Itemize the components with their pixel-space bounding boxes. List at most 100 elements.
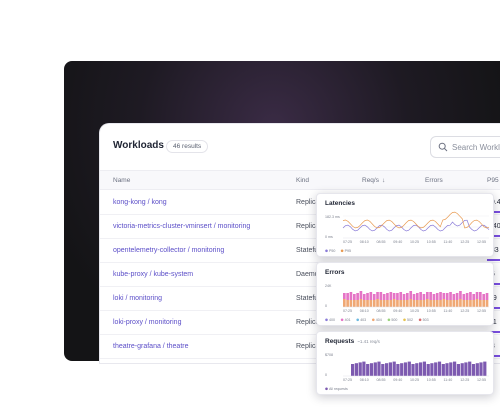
y-min-label: 0 xyxy=(325,373,327,377)
legend-swatch xyxy=(418,318,422,322)
workload-name-link[interactable]: kube-proxy / kube-system xyxy=(113,271,193,278)
column-p95[interactable]: P95 xyxy=(487,177,499,184)
x-tick-label: 07:25 xyxy=(343,378,352,382)
errors-bar-top xyxy=(416,293,419,300)
errors-bar-top xyxy=(359,291,363,299)
errors-bar-top xyxy=(409,291,413,299)
errors-bar-base xyxy=(445,300,449,307)
workload-name-link[interactable]: theatre-grafana / theatre xyxy=(113,343,189,350)
legend-swatch xyxy=(340,318,344,322)
requests-bar xyxy=(385,363,389,376)
errors-bar-base xyxy=(356,300,359,307)
errors-bar-base xyxy=(459,299,462,307)
errors-bar-top xyxy=(389,292,393,300)
errors-bar-top xyxy=(396,293,399,300)
x-tick-label: 12:55 xyxy=(477,240,486,244)
errors-bar-base xyxy=(379,300,383,307)
errors-bar-base xyxy=(399,300,403,307)
legend-swatch xyxy=(325,318,328,322)
requests-bar xyxy=(403,362,408,376)
errors-bar-top xyxy=(402,294,406,300)
errors-bar-base xyxy=(346,300,349,307)
x-tick-label: 12:55 xyxy=(477,309,486,313)
x-tick-label: 08:55 xyxy=(377,378,386,382)
errors-bar-top xyxy=(429,292,432,300)
errors-bar-base xyxy=(353,300,356,307)
workload-name-link[interactable]: kong-kong / kong xyxy=(113,199,167,206)
workload-name-link[interactable]: opentelemetry-collector / monitoring xyxy=(113,247,224,254)
errors-bar-top xyxy=(356,293,359,300)
errors-bar-base xyxy=(465,300,469,307)
errors-bar-top xyxy=(369,292,373,300)
errors-bar-top xyxy=(485,293,489,300)
p95-bar xyxy=(487,259,500,261)
errors-bar-base xyxy=(369,300,373,307)
latencies-panel: Latencies 182.3 ms 0 ms 07:25 08:10 08:55 09:… xyxy=(316,193,494,257)
errors-bar-base xyxy=(419,300,422,307)
errors-bar-base xyxy=(452,300,456,307)
errors-bar-base xyxy=(386,300,389,307)
errors-bar-base xyxy=(343,299,346,307)
x-tick-label: 09:40 xyxy=(393,240,402,244)
legend-label: 502 xyxy=(407,318,413,322)
column-reqs[interactable]: Req/s ↓ xyxy=(362,177,385,184)
errors-bar-top xyxy=(343,293,346,299)
errors-bar-top xyxy=(426,292,429,299)
errors-bar-top xyxy=(465,293,469,300)
page-title: Workloads xyxy=(113,140,164,151)
errors-bar-base xyxy=(392,299,396,307)
column-name[interactable]: Name xyxy=(113,177,130,184)
errors-bar-base xyxy=(406,300,409,307)
results-count-badge: 46 results xyxy=(166,140,209,153)
legend-label: P50 xyxy=(329,249,335,253)
x-tick-label: 10:55 xyxy=(427,309,436,313)
errors-bar-top xyxy=(442,293,446,299)
legend-label: 403 xyxy=(360,318,366,322)
errors-bar-base xyxy=(455,300,459,307)
errors-bar-top xyxy=(353,294,356,300)
x-tick-label: 09:40 xyxy=(393,309,402,313)
errors-bar-top xyxy=(406,293,409,300)
errors-bar-top xyxy=(419,292,422,300)
x-tick-label: 09:40 xyxy=(393,378,402,382)
x-tick-label: 11:40 xyxy=(444,240,453,244)
column-errors[interactable]: Errors xyxy=(425,177,443,184)
requests-bar xyxy=(445,363,449,376)
workload-name-link[interactable]: loki / monitoring xyxy=(113,295,162,302)
column-kind[interactable]: Kind xyxy=(296,177,309,184)
x-tick-label: 10:25 xyxy=(410,309,419,313)
y-max-label: 182.3 ms xyxy=(325,215,340,219)
errors-bar-top xyxy=(455,293,459,300)
requests-bar xyxy=(377,361,381,376)
requests-bar xyxy=(460,363,464,376)
errors-bar-top xyxy=(482,294,486,300)
requests-bar xyxy=(434,362,438,376)
requests-bar xyxy=(483,361,487,376)
requests-bar xyxy=(479,362,483,376)
requests-bar xyxy=(422,361,427,376)
requests-bar xyxy=(471,364,476,376)
workload-name-link[interactable]: victoria-metrics-cluster-vminsert / moni… xyxy=(113,223,250,230)
errors-bar-top xyxy=(435,293,439,300)
search-icon xyxy=(438,142,448,152)
legend-label: 503 xyxy=(423,318,429,322)
requests-bar xyxy=(419,362,423,376)
errors-bar-base xyxy=(439,300,442,307)
workload-name-link[interactable]: loki-proxy / monitoring xyxy=(113,319,181,326)
y-max-label: 24K xyxy=(325,284,332,288)
errors-bar-base xyxy=(372,300,376,307)
column-reqs-label: Req/s xyxy=(362,177,379,184)
search-input[interactable]: Search Workl xyxy=(430,136,500,158)
errors-bar-top xyxy=(469,292,472,300)
errors-bar-top xyxy=(349,292,353,300)
x-tick-label: 12:25 xyxy=(460,240,469,244)
requests-bar xyxy=(358,362,362,376)
requests-bar xyxy=(369,363,374,376)
errors-chart: 24K 0 07:25 08:10 08:55 09:40 10:25 10:55 11:40 1… xyxy=(325,284,489,322)
errors-bar-base xyxy=(422,300,426,307)
errors-bar-base xyxy=(475,299,479,307)
legend-label: All requests xyxy=(329,387,348,391)
legend-label: 401 xyxy=(345,318,351,322)
legend-label: 500 xyxy=(391,318,397,322)
errors-bar-top xyxy=(376,292,379,299)
